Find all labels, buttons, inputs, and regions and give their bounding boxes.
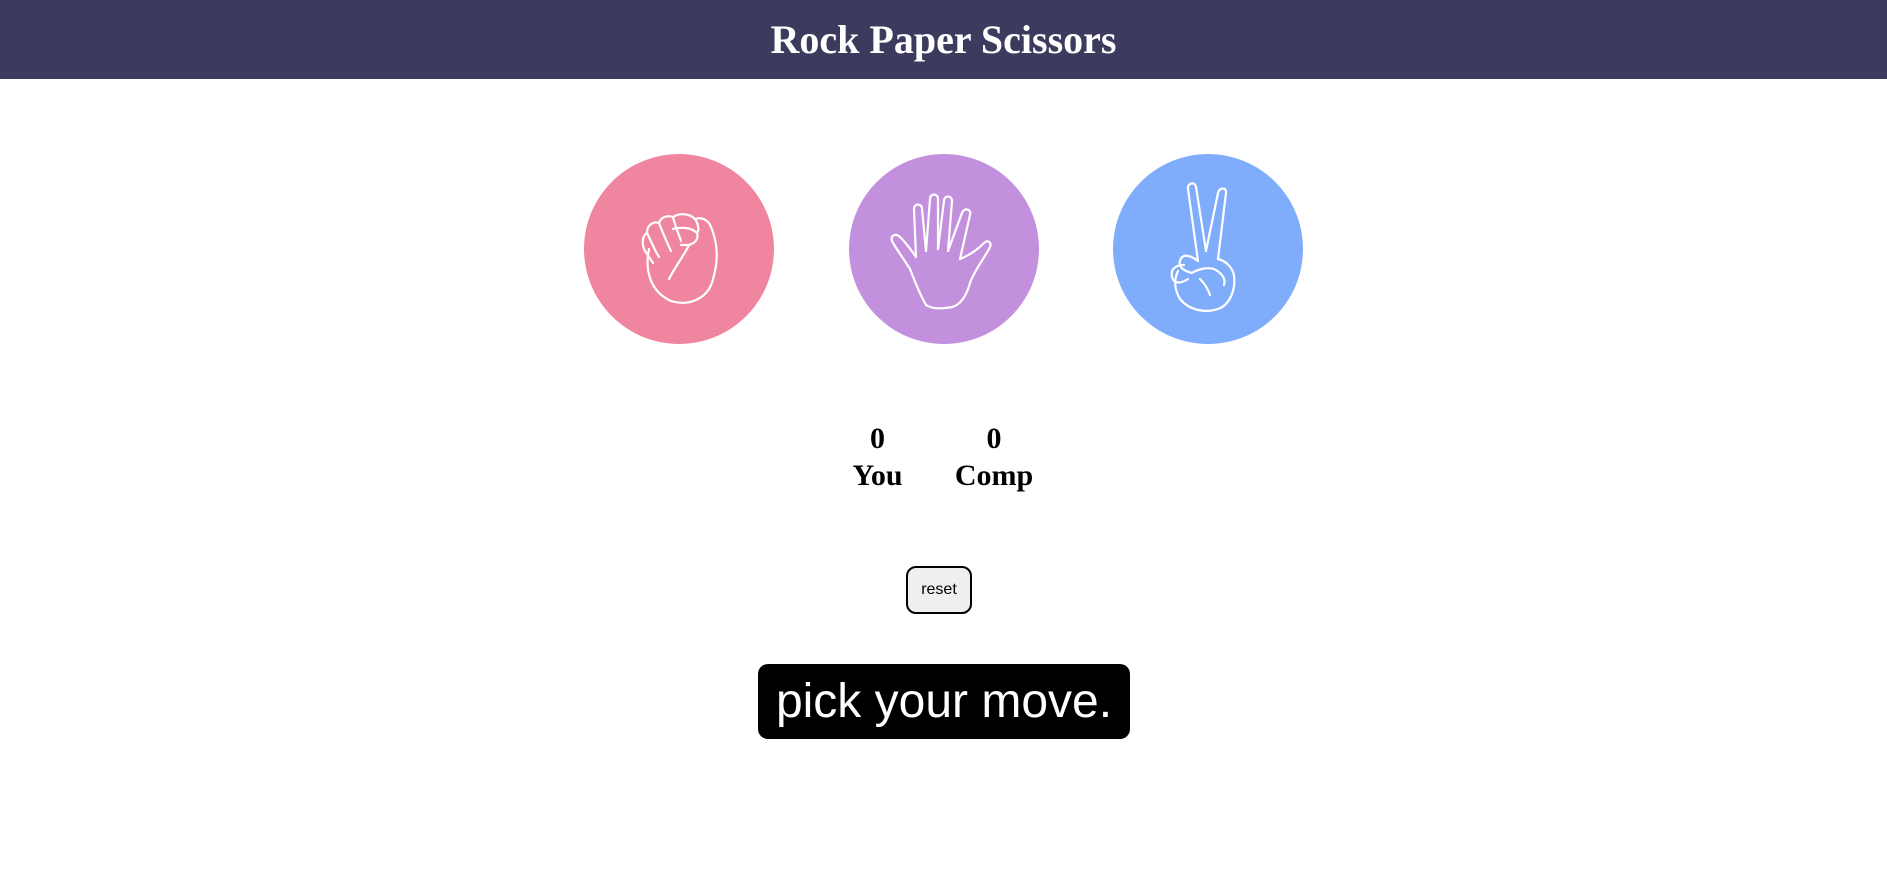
scissors-button[interactable] bbox=[1113, 154, 1303, 344]
open-hand-icon bbox=[890, 193, 992, 310]
app-header: Rock Paper Scissors bbox=[0, 0, 1887, 79]
peace-hand-icon bbox=[1170, 182, 1236, 312]
fist-icon bbox=[641, 213, 718, 304]
player-score: 0 You bbox=[835, 420, 920, 494]
reset-button[interactable]: reset bbox=[906, 566, 972, 614]
computer-score-value: 0 bbox=[986, 422, 1002, 455]
player-score-label: You bbox=[852, 459, 903, 492]
page-title: Rock Paper Scissors bbox=[770, 16, 1117, 62]
paper-button[interactable] bbox=[849, 154, 1039, 344]
player-score-value: 0 bbox=[870, 422, 885, 455]
computer-score-label: Comp bbox=[954, 459, 1034, 492]
rock-button[interactable] bbox=[584, 154, 774, 344]
status-message: pick your move. bbox=[758, 664, 1130, 739]
computer-score: 0 Comp bbox=[944, 420, 1044, 494]
